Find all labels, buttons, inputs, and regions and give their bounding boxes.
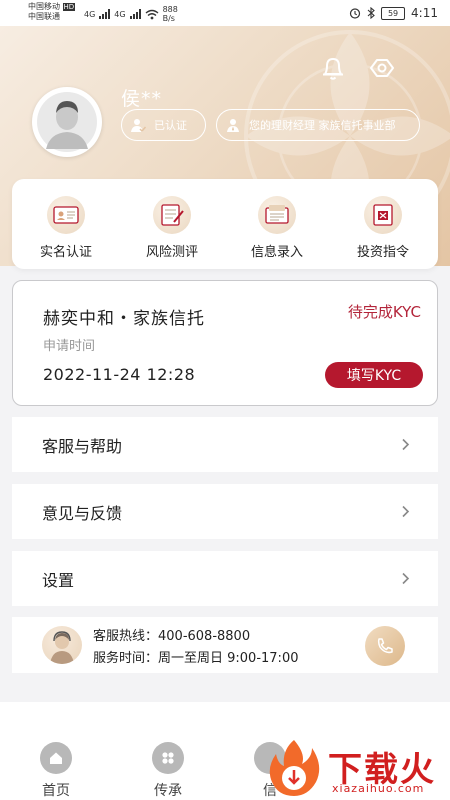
quick-action-investment[interactable]: 投资指令 [343, 196, 423, 260]
quick-action-info-entry[interactable]: 信息录入 [237, 196, 317, 260]
quick-action-risk[interactable]: 风险测评 [132, 196, 212, 260]
network-indicators: 4G 4G 888 B/s [84, 5, 178, 23]
user-silhouette-icon [37, 92, 97, 152]
tab-inheritance[interactable]: 传承 [138, 742, 198, 800]
tab-label: 传承 [154, 783, 182, 799]
watermark-domain: xiazaihuo.com [332, 782, 425, 795]
net-type-2: 4G [114, 9, 126, 19]
chevron-right-icon [402, 505, 410, 518]
hotline-number: 客服热线：400-608-8800 [93, 629, 251, 644]
menu-item-label: 意见与反馈 [42, 503, 123, 523]
risk-form-icon [153, 196, 191, 234]
manager-label: 您的理财经理 家族信托事业部 [249, 118, 396, 132]
net-speed: 888 B/s [163, 5, 178, 23]
net-speed-value: 888 [162, 5, 178, 14]
finance-manager-badge[interactable]: 您的理财经理 家族信托事业部 [216, 109, 420, 141]
trust-product-title: 赫奕中和・家族信托 [43, 309, 205, 329]
wifi-icon [145, 9, 159, 19]
menu-item-help[interactable]: 客服与帮助 [12, 417, 438, 472]
clock: 4:11 [411, 6, 438, 20]
document-entry-icon [258, 196, 296, 234]
menu-item-label: 客服与帮助 [42, 436, 123, 456]
quick-action-label: 信息录入 [250, 245, 303, 260]
menu-item-label: 设置 [42, 570, 75, 590]
chevron-right-icon [402, 572, 410, 585]
home-icon [40, 742, 72, 774]
kyc-status-text: 待完成KYC [347, 303, 421, 321]
quick-actions-card: 实名认证 风险测评 信息录入 投资指令 [12, 179, 438, 269]
quick-action-label: 风险测评 [145, 245, 198, 260]
tab-label: 首页 [42, 783, 70, 799]
net-type-1: 4G [84, 9, 96, 19]
fill-kyc-button[interactable]: 填写KYC [325, 362, 423, 388]
eye-toggle-icon[interactable] [368, 56, 396, 80]
application-time-label: 申请时间 [43, 339, 96, 354]
avatar[interactable] [32, 87, 102, 157]
grid-icon [152, 742, 184, 774]
user-name: 侯** [121, 88, 163, 110]
call-button[interactable] [365, 626, 405, 666]
notification-bell-icon[interactable] [319, 55, 347, 81]
menu-item-settings[interactable]: 设置 [12, 551, 438, 606]
carrier-2: 中国联通 [28, 12, 60, 21]
verified-label: 已认证 [154, 119, 187, 132]
signal-1-icon [99, 9, 111, 19]
quick-action-real-name[interactable]: 实名认证 [26, 196, 106, 260]
manager-icon [227, 119, 239, 132]
verified-user-icon [131, 119, 146, 133]
service-hours: 服务时间：周一至周日 9:00-17:00 [93, 651, 299, 666]
trust-application-card[interactable]: 赫奕中和・家族信托 待完成KYC 申请时间 2022-11-24 12:28 填… [12, 280, 438, 406]
quick-action-label: 投资指令 [356, 245, 409, 260]
carrier-info: 中国移动 HD 中国联通 [28, 2, 76, 22]
hd-badge: HD [62, 3, 76, 11]
chevron-right-icon [402, 438, 410, 451]
menu-item-feedback[interactable]: 意见与反馈 [12, 484, 438, 539]
watermark-logo: 下载火 xiazaihuo.com [262, 736, 450, 800]
flame-logo-icon [269, 740, 320, 796]
carrier-1: 中国移动 [28, 2, 60, 11]
battery-icon: 59 [381, 6, 406, 20]
instruction-seal-icon [364, 196, 402, 234]
alarm-icon [349, 8, 361, 19]
verified-badge[interactable]: 已认证 [121, 109, 206, 141]
phone-icon [377, 638, 393, 654]
application-time-value: 2022-11-24 12:28 [43, 365, 196, 384]
tab-home[interactable]: 首页 [26, 742, 86, 800]
bluetooth-icon [367, 7, 375, 19]
signal-2-icon [129, 9, 141, 19]
system-indicators: 59 4:11 [349, 6, 438, 20]
quick-action-label: 实名认证 [39, 245, 92, 260]
id-card-icon [47, 196, 85, 234]
customer-service-hotline: 客服热线：400-608-8800 服务时间：周一至周日 9:00-17:00 [12, 617, 438, 673]
service-agent-avatar [42, 626, 82, 664]
status-bar: 中国移动 HD 中国联通 4G 4G 888 B/s 59 4:11 [0, 0, 450, 26]
net-speed-unit: B/s [162, 14, 175, 23]
